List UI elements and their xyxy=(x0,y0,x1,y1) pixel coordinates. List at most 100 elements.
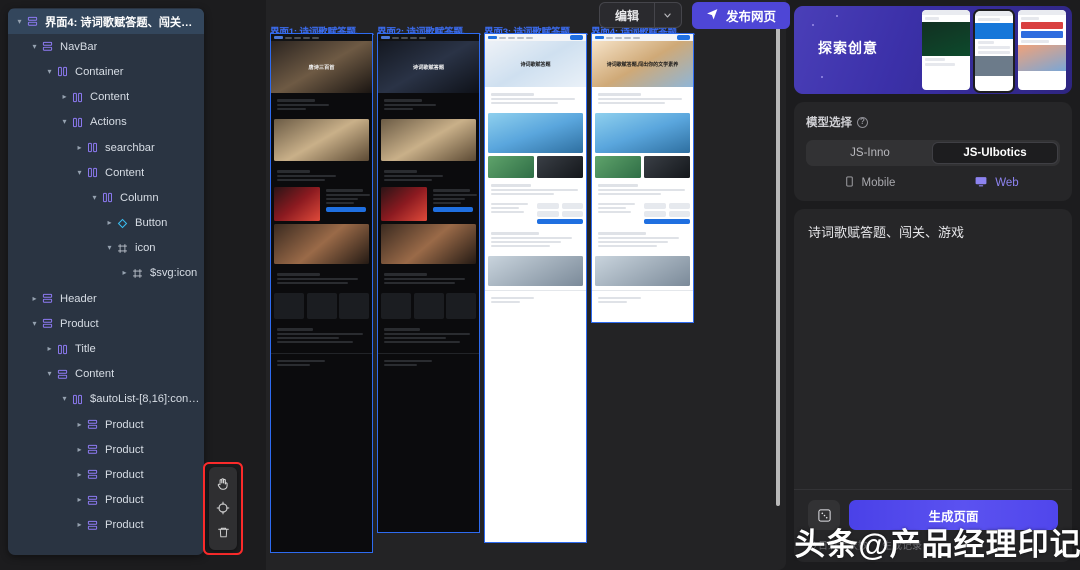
caret-right-icon[interactable]: ▸ xyxy=(59,93,70,101)
canvas-vertical-scrollbar[interactable] xyxy=(776,6,780,506)
caret-down-icon[interactable]: ▾ xyxy=(29,319,40,328)
tree-item-label: Product xyxy=(105,418,144,431)
caret-down-icon[interactable]: ▾ xyxy=(104,244,115,252)
crop-frame-icon xyxy=(130,268,145,279)
caret-down-icon[interactable]: ▾ xyxy=(59,118,70,126)
tree-item-$svgicon[interactable]: ▸ $svg:icon xyxy=(8,261,204,286)
mini-toolbar-highlight xyxy=(203,462,243,555)
tree-item-product[interactable]: ▸ Product xyxy=(8,412,204,437)
tree-item-label: 界面4: 诗词歌赋答题、闯关、… xyxy=(45,16,200,29)
tree-item-content[interactable]: ▾ Content xyxy=(8,160,204,185)
columns-icon xyxy=(85,142,100,153)
tree-item-actions[interactable]: ▾ Actions xyxy=(8,110,204,135)
stack-icon xyxy=(85,495,100,506)
caret-down-icon[interactable]: ▾ xyxy=(74,168,85,177)
tree-item-label: Product xyxy=(105,468,144,481)
model-tab-js-inno[interactable]: JS-Inno xyxy=(808,142,932,164)
caret-right-icon[interactable]: ▸ xyxy=(104,219,115,227)
tree-item-label: Actions xyxy=(90,116,127,129)
caret-down-icon[interactable]: ▾ xyxy=(14,17,25,26)
tree-item-product[interactable]: ▾ Product xyxy=(8,311,204,336)
caret-right-icon[interactable]: ▸ xyxy=(74,470,85,479)
promo-title: 探索创意 xyxy=(818,40,878,56)
tree-item-$autolist-816cont[interactable]: ▾ $autoList-[8,16]:cont… xyxy=(8,387,204,412)
tree-item-label: Content xyxy=(90,91,130,104)
tree-item-content[interactable]: ▾ Content xyxy=(8,362,204,387)
tree-item-label: Title xyxy=(75,343,96,356)
promo-phone-mockups xyxy=(922,9,1066,93)
help-icon[interactable]: ? xyxy=(857,116,868,128)
tree-item-4[interactable]: ▾ 界面4: 诗词歌赋答题、闯关、… xyxy=(8,9,204,35)
caret-right-icon[interactable]: ▸ xyxy=(44,345,55,353)
tree-item-title[interactable]: ▸ Title xyxy=(8,336,204,361)
columns-icon xyxy=(70,394,85,405)
tree-item-column[interactable]: ▾ Column xyxy=(8,185,204,210)
caret-right-icon[interactable]: ▸ xyxy=(74,496,85,504)
stack-icon xyxy=(85,419,100,430)
tree-item-navbar[interactable]: ▾ NavBar xyxy=(8,34,204,59)
mode-selector[interactable]: 编辑 xyxy=(598,2,682,28)
caret-right-icon[interactable]: ▸ xyxy=(29,294,40,303)
tree-item-content[interactable]: ▸ Content xyxy=(8,85,204,110)
caret-right-icon[interactable]: ▸ xyxy=(74,521,85,529)
tree-item-product[interactable]: ▸ Product xyxy=(8,488,204,513)
tree-item-button[interactable]: ▸ Button xyxy=(8,211,204,236)
generate-page-button[interactable]: 生成页面 xyxy=(849,500,1058,530)
columns-icon xyxy=(85,167,100,178)
publish-label: 发布网页 xyxy=(725,9,776,24)
tree-item-product[interactable]: ▸ Product xyxy=(8,462,204,487)
stack-icon xyxy=(85,444,100,455)
canvas-frame-4[interactable]: 诗词歌赋答题,闯出你的文学素养 xyxy=(591,33,694,323)
publish-button[interactable]: 发布网页 xyxy=(691,1,790,29)
generation-history-label[interactable]: 生成记录 xyxy=(882,537,922,552)
tree-item-label: Container xyxy=(75,65,124,78)
promo-banner[interactable]: 探索创意 xyxy=(794,6,1072,94)
tree-item-product[interactable]: ▸ Product xyxy=(8,437,204,462)
canvas-frame-1[interactable]: 唐诗三百首 xyxy=(270,33,373,553)
tree-item-container[interactable]: ▾ Container xyxy=(8,59,204,84)
tree-item-icon[interactable]: ▾ icon xyxy=(8,236,204,261)
trash-icon[interactable] xyxy=(212,522,234,544)
design-canvas[interactable]: 界面1: 诗词歌赋答题、…界面2: 诗词歌赋答题、…界面3: 诗词歌赋答题、…界… xyxy=(266,0,786,570)
caret-right-icon[interactable]: ▸ xyxy=(74,445,85,454)
tree-item-label: Content xyxy=(105,166,145,179)
tree-item-product[interactable]: ▸ Product xyxy=(8,513,204,538)
prompt-input[interactable]: 诗词歌赋答题、闯关、游戏 xyxy=(808,223,1058,489)
target-icon[interactable] xyxy=(212,497,234,519)
caret-down-icon[interactable]: ▾ xyxy=(89,193,100,202)
model-tab-js-uibotics[interactable]: JS-UIbotics xyxy=(932,142,1058,164)
crop-frame-icon xyxy=(115,243,130,254)
caret-right-icon[interactable]: ▸ xyxy=(119,269,130,277)
caret-down-icon[interactable]: ▾ xyxy=(44,67,55,76)
tree-item-label: Product xyxy=(105,519,144,532)
layer-tree-panel: ▾ 界面4: 诗词歌赋答题、闯关、… ▾ NavBar ▾ Container ▸ C… xyxy=(8,8,204,555)
canvas-frame-2[interactable]: 诗词歌赋答题 xyxy=(377,33,480,533)
caret-right-icon[interactable]: ▸ xyxy=(74,420,85,429)
tree-item-searchbar[interactable]: ▸ searchbar xyxy=(8,135,204,160)
tree-item-label: NavBar xyxy=(60,40,98,53)
caret-down-icon[interactable]: ▾ xyxy=(29,42,40,51)
platform-mobile[interactable]: Mobile xyxy=(806,175,933,191)
frame-row[interactable]: 唐诗三百首 诗词歌赋答题 诗词歌赋答题 诗词歌赋答题,闯出你的文学素养 xyxy=(270,33,694,553)
tree-item-header[interactable]: ▸ Header xyxy=(8,286,204,311)
columns-icon xyxy=(100,192,115,203)
mini-toolbar[interactable] xyxy=(209,467,237,550)
tree-item-label: Content xyxy=(75,368,115,381)
canvas-frame-3[interactable]: 诗词歌赋答题 xyxy=(484,33,587,543)
caret-right-icon[interactable]: ▸ xyxy=(74,143,85,152)
hand-icon[interactable] xyxy=(212,473,234,495)
tree-item-label: $svg:icon xyxy=(150,267,198,280)
platform-web[interactable]: Web xyxy=(933,175,1060,191)
chevron-down-icon[interactable] xyxy=(655,3,681,27)
layer-tree-list[interactable]: ▾ 界面4: 诗词歌赋答题、闯关、… ▾ NavBar ▾ Container ▸ C… xyxy=(8,8,204,555)
mode-label[interactable]: 编辑 xyxy=(600,3,654,27)
monitor-icon xyxy=(974,175,988,191)
model-select-label: 模型选择 xyxy=(806,117,852,129)
dice-icon[interactable] xyxy=(808,500,840,530)
caret-down-icon[interactable]: ▾ xyxy=(44,370,55,378)
platform-row[interactable]: Mobile Web xyxy=(806,175,1060,191)
model-select-card: 模型选择 ? JS-Inno JS-UIbotics Mobile Web xyxy=(794,102,1072,201)
caret-down-icon[interactable]: ▾ xyxy=(59,395,70,403)
model-tab-group[interactable]: JS-Inno JS-UIbotics xyxy=(806,140,1060,166)
stack-icon xyxy=(85,469,100,480)
